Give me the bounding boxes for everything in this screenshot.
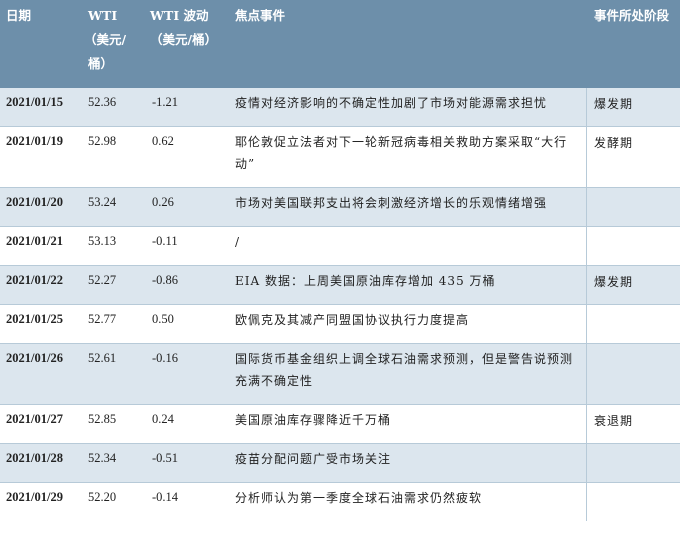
oil-events-table: 日期 WTI （美元/ 桶） WTI 波动 （美元/桶） 焦点事件 事件所处阶段… bbox=[0, 0, 680, 521]
table-row: 2021/01/28 52.34 -0.51 疫苗分配问题广受市场关注 bbox=[0, 444, 680, 483]
change-cell: -0.11 bbox=[152, 234, 178, 248]
table-row: 2021/01/25 52.77 0.50 欧佩克及其减产同盟国协议执行力度提高 bbox=[0, 305, 680, 344]
change-cell: 0.50 bbox=[152, 312, 174, 326]
date-cell: 2021/01/28 bbox=[6, 451, 63, 465]
header-stage: 事件所处阶段 bbox=[594, 8, 670, 23]
stage-cell: 衰退期 bbox=[594, 414, 634, 428]
table-row: 2021/01/15 52.36 -1.21 疫情对经济影响的不确定性加剧了市场… bbox=[0, 88, 680, 127]
change-cell: -0.86 bbox=[152, 273, 179, 287]
table-row: 2021/01/22 52.27 -0.86 EIA 数据：上周美国原油库存增加… bbox=[0, 266, 680, 305]
change-cell: -1.21 bbox=[152, 95, 179, 109]
date-cell: 2021/01/19 bbox=[6, 134, 63, 148]
wti-cell: 52.20 bbox=[88, 490, 117, 504]
date-cell: 2021/01/15 bbox=[6, 95, 63, 109]
date-cell: 2021/01/26 bbox=[6, 351, 63, 365]
table-row: 2021/01/19 52.98 0.62 耶伦敦促立法者对下一轮新冠病毒相关救… bbox=[0, 127, 680, 188]
event-cell: 分析师认为第一季度全球石油需求仍然疲软 bbox=[235, 491, 483, 505]
table-row: 2021/01/20 53.24 0.26 市场对美国联邦支出将会刺激经济增长的… bbox=[0, 188, 680, 227]
change-cell: -0.14 bbox=[152, 490, 179, 504]
date-cell: 2021/01/29 bbox=[6, 490, 63, 504]
change-cell: -0.16 bbox=[152, 351, 179, 365]
table-row: 2021/01/26 52.61 -0.16 国际货币基金组织上调全球石油需求预… bbox=[0, 344, 680, 405]
stage-cell: 爆发期 bbox=[594, 97, 634, 111]
date-cell: 2021/01/25 bbox=[6, 312, 63, 326]
table-header: 日期 WTI （美元/ 桶） WTI 波动 （美元/桶） 焦点事件 事件所处阶段 bbox=[0, 0, 680, 88]
change-cell: 0.62 bbox=[152, 134, 174, 148]
header-date: 日期 bbox=[6, 8, 32, 23]
wti-cell: 52.34 bbox=[88, 451, 117, 465]
wti-cell: 52.85 bbox=[88, 412, 117, 426]
stage-cell: 发酵期 bbox=[594, 136, 634, 150]
event-cell: 疫苗分配问题广受市场关注 bbox=[235, 452, 392, 466]
event-cell: 美国原油库存骤降近千万桶 bbox=[235, 413, 392, 427]
event-cell: / bbox=[235, 235, 241, 249]
change-cell: 0.24 bbox=[152, 412, 174, 426]
wti-cell: 52.61 bbox=[88, 351, 117, 365]
header-change: WTI 波动 （美元/桶） bbox=[150, 8, 218, 47]
stage-cell: 爆发期 bbox=[594, 275, 634, 289]
date-cell: 2021/01/21 bbox=[6, 234, 63, 248]
event-cell: 市场对美国联邦支出将会刺激经济增长的乐观情绪增强 bbox=[235, 196, 548, 210]
date-cell: 2021/01/22 bbox=[6, 273, 63, 287]
wti-cell: 52.36 bbox=[88, 95, 117, 109]
table-row: 2021/01/21 53.13 -0.11 / bbox=[0, 227, 680, 266]
table-row: 2021/01/27 52.85 0.24 美国原油库存骤降近千万桶 衰退期 bbox=[0, 405, 680, 444]
wti-cell: 53.13 bbox=[88, 234, 117, 248]
wti-cell: 52.77 bbox=[88, 312, 117, 326]
date-cell: 2021/01/27 bbox=[6, 412, 63, 426]
table-row: 2021/01/29 52.20 -0.14 分析师认为第一季度全球石油需求仍然… bbox=[0, 483, 680, 521]
event-cell: EIA 数据：上周美国原油库存增加 435 万桶 bbox=[235, 274, 496, 288]
wti-cell: 53.24 bbox=[88, 195, 117, 209]
header-event: 焦点事件 bbox=[235, 8, 286, 23]
header-wti: WTI （美元/ 桶） bbox=[84, 8, 127, 71]
change-cell: 0.26 bbox=[152, 195, 174, 209]
wti-cell: 52.98 bbox=[88, 134, 117, 148]
event-cell: 国际货币基金组织上调全球石油需求预测，但是警告说预测充满不确定性 bbox=[235, 352, 574, 388]
event-cell: 疫情对经济影响的不确定性加剧了市场对能源需求担忧 bbox=[235, 96, 548, 110]
wti-cell: 52.27 bbox=[88, 273, 117, 287]
date-cell: 2021/01/20 bbox=[6, 195, 63, 209]
change-cell: -0.51 bbox=[152, 451, 179, 465]
event-cell: 耶伦敦促立法者对下一轮新冠病毒相关救助方案采取“大行动” bbox=[235, 135, 568, 171]
event-cell: 欧佩克及其减产同盟国协议执行力度提高 bbox=[235, 313, 470, 327]
